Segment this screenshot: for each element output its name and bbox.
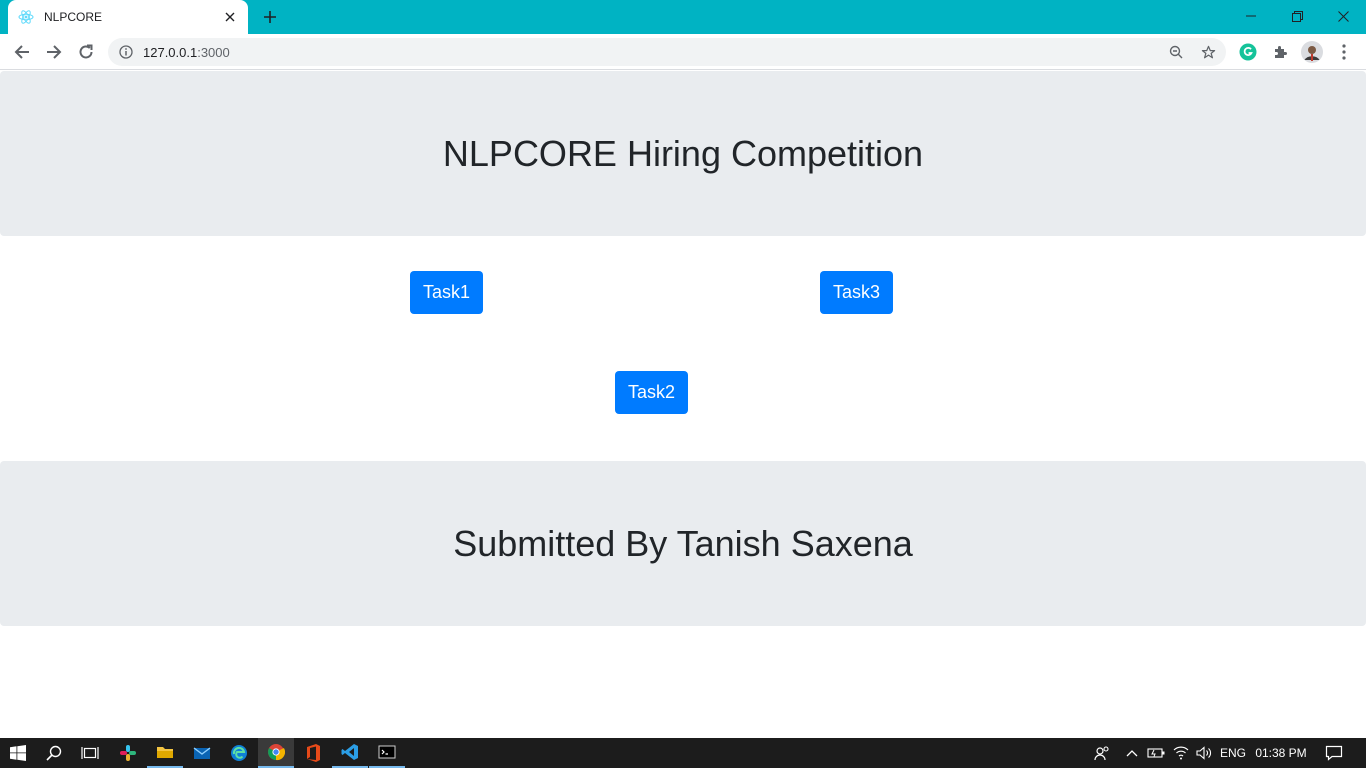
chrome-icon[interactable]	[258, 738, 294, 768]
url-port: :3000	[197, 44, 230, 60]
extensions-puzzle-icon[interactable]	[1268, 40, 1292, 64]
reload-button[interactable]	[70, 36, 102, 68]
url-host: 127.0.0.1	[143, 44, 198, 60]
clock[interactable]: 01:38 PM	[1252, 738, 1310, 768]
react-logo-icon	[18, 9, 34, 25]
url-text: 127.0.0.1:3000	[143, 45, 230, 60]
slack-icon[interactable]	[110, 738, 146, 768]
office-icon[interactable]	[295, 738, 331, 768]
file-explorer-icon[interactable]	[147, 738, 183, 768]
task-view-icon[interactable]	[72, 738, 108, 768]
info-icon[interactable]	[118, 44, 134, 60]
windows-taskbar: ENG 01:38 PM	[0, 738, 1366, 768]
profile-avatar[interactable]	[1300, 40, 1324, 64]
back-button[interactable]	[6, 36, 38, 68]
volume-icon[interactable]	[1193, 738, 1215, 768]
people-icon[interactable]	[1090, 738, 1114, 768]
header-jumbotron: NLPCORE Hiring Competition	[0, 71, 1366, 236]
edge-icon[interactable]	[221, 738, 257, 768]
browser-toolbar: 127.0.0.1:3000	[0, 34, 1366, 70]
new-tab-button[interactable]	[259, 6, 281, 28]
zoom-icon[interactable]	[1162, 38, 1190, 66]
submitted-by-heading: Submitted By Tanish Saxena	[453, 522, 913, 564]
close-icon[interactable]	[222, 9, 238, 25]
tab-strip: NLPCORE	[0, 0, 1366, 34]
wifi-icon[interactable]	[1170, 738, 1192, 768]
footer-jumbotron: Submitted By Tanish Saxena	[0, 461, 1366, 626]
forward-button[interactable]	[38, 36, 70, 68]
restore-button[interactable]	[1274, 0, 1320, 32]
page-content: NLPCORE Hiring Competition Task1 Task3 T…	[0, 71, 1366, 738]
page-title: NLPCORE Hiring Competition	[442, 132, 924, 174]
browser-tab[interactable]: NLPCORE	[8, 0, 248, 34]
search-icon[interactable]	[36, 738, 72, 768]
menu-kebab-icon[interactable]	[1332, 40, 1356, 64]
task3-button[interactable]: Task3	[820, 271, 893, 314]
mail-icon[interactable]	[184, 738, 220, 768]
chevron-up-icon[interactable]	[1122, 738, 1142, 768]
minimize-button[interactable]	[1228, 0, 1274, 32]
battery-icon[interactable]	[1146, 738, 1166, 768]
terminal-icon[interactable]	[369, 738, 405, 768]
tab-title: NLPCORE	[44, 10, 103, 24]
language-indicator[interactable]: ENG	[1216, 738, 1250, 768]
task1-button[interactable]: Task1	[410, 271, 483, 314]
grammarly-icon[interactable]	[1236, 40, 1260, 64]
task2-button[interactable]: Task2	[615, 371, 688, 414]
notifications-icon[interactable]	[1320, 738, 1348, 768]
star-icon[interactable]	[1194, 38, 1222, 66]
windows-start-icon[interactable]	[0, 738, 36, 768]
address-bar[interactable]: 127.0.0.1:3000	[108, 38, 1226, 66]
window-close-button[interactable]	[1320, 0, 1366, 32]
vscode-icon[interactable]	[332, 738, 368, 768]
